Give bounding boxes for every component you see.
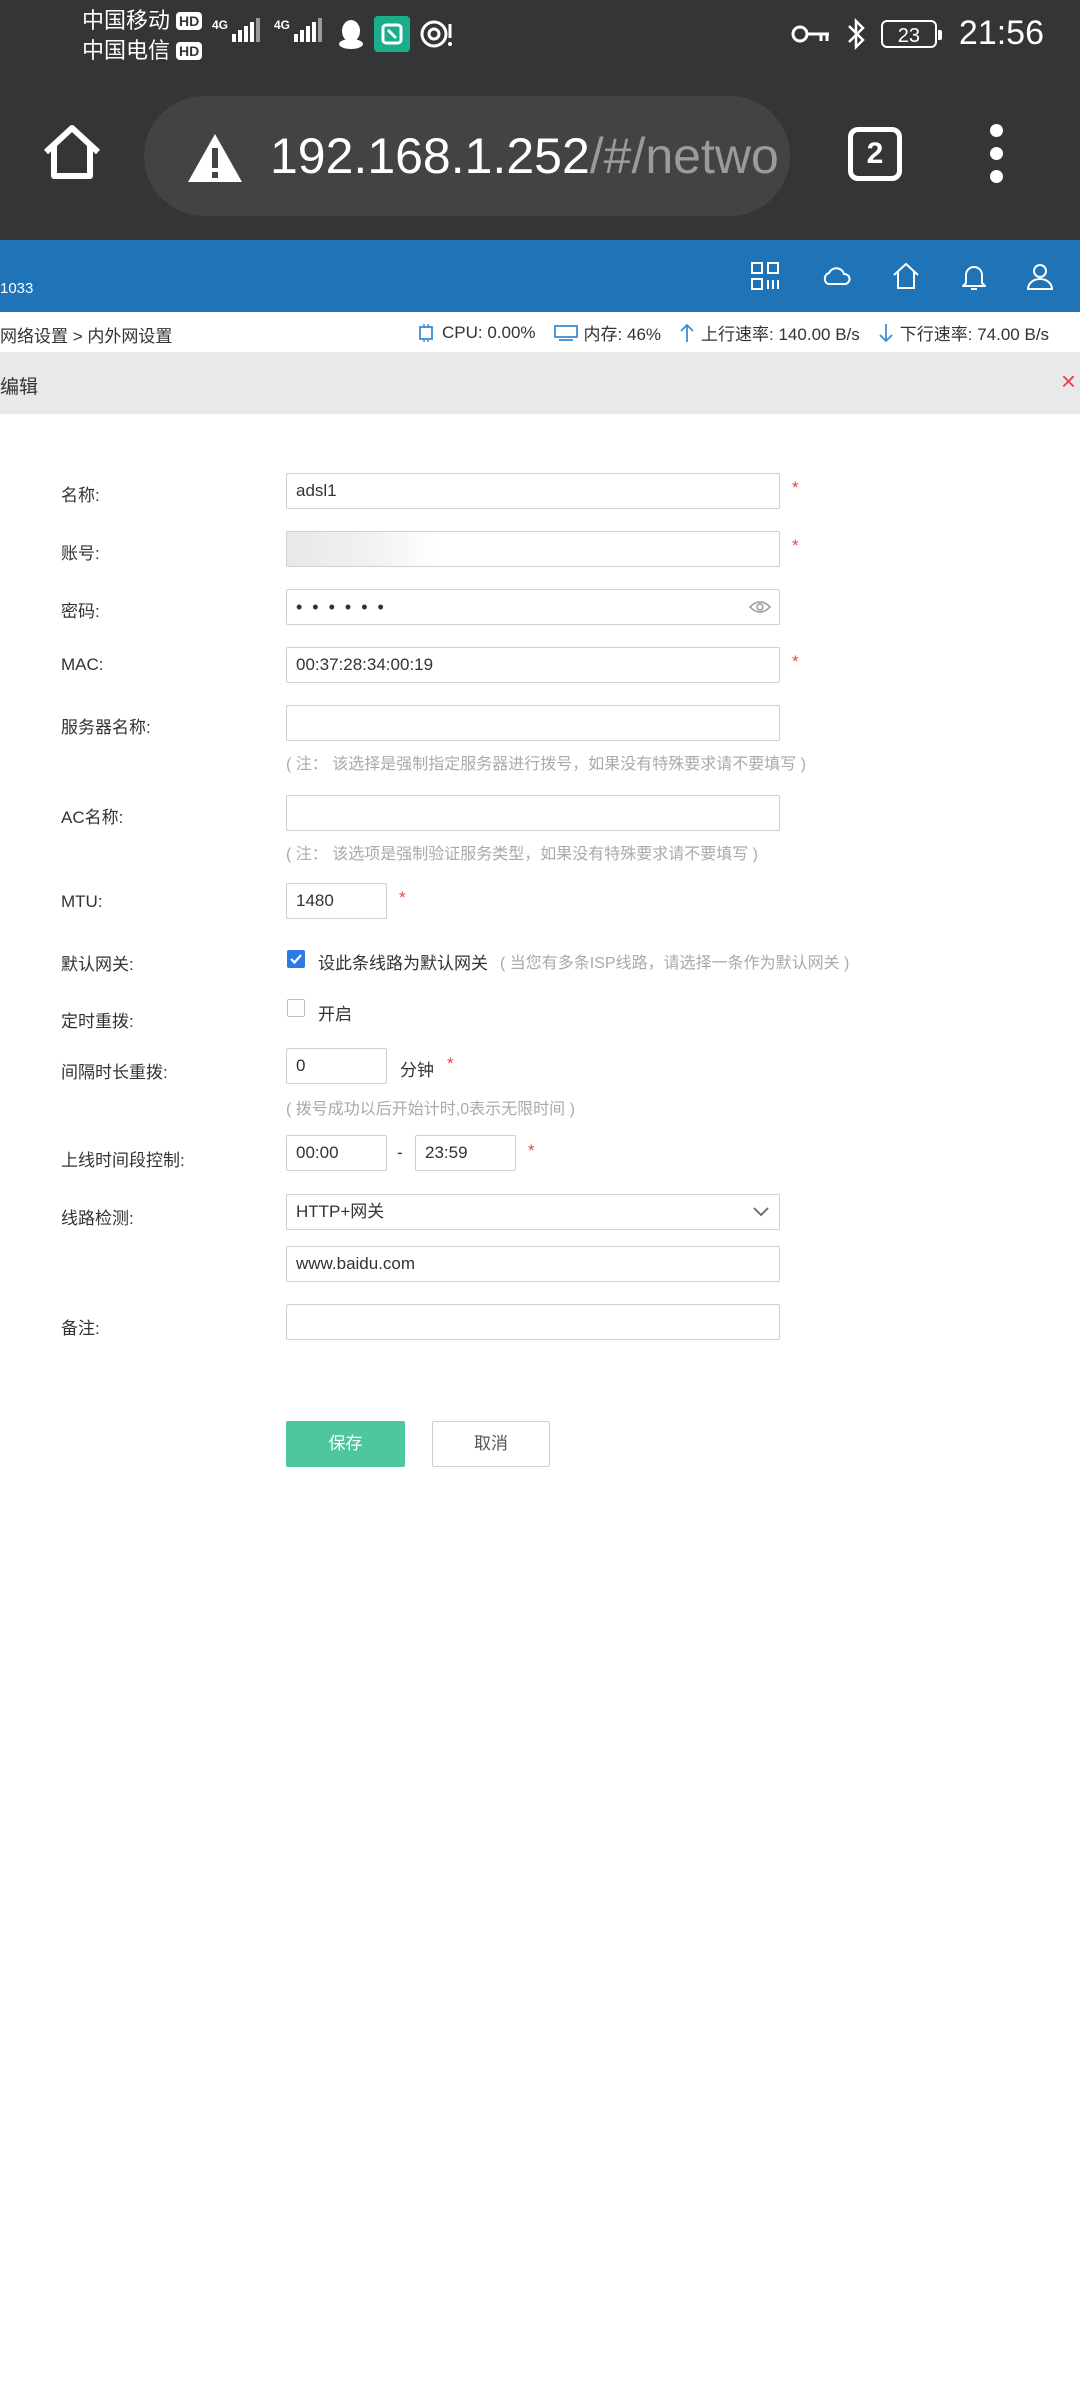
required-marker: * — [528, 1141, 535, 1160]
required-marker: * — [792, 478, 799, 497]
default-gateway-hint: ( 当您有多条ISP线路，请选择一条作为默认网关 ) — [500, 955, 850, 972]
name-label: 名称: — [61, 486, 100, 505]
bell-icon[interactable] — [958, 260, 990, 292]
password-value: •••••• — [296, 597, 394, 617]
interval-redial-hint: ( 拨号成功以后开始计时,0表示无限时间 ) — [286, 1101, 575, 1118]
close-icon[interactable]: × — [1061, 366, 1076, 397]
required-marker: * — [792, 652, 799, 671]
line-detect-label: 线路检测: — [61, 1209, 134, 1228]
line-detect-select[interactable]: HTTP+网关 — [286, 1194, 780, 1230]
name-input[interactable]: adsl1 — [286, 473, 780, 509]
remark-label: 备注: — [61, 1319, 100, 1338]
browser-home-icon[interactable] — [40, 120, 104, 184]
cpu-icon — [419, 323, 433, 342]
line-detect-selected: HTTP+网关 — [296, 1202, 385, 1221]
breadcrumb: 网络设置 > 内外网设置 — [0, 327, 173, 346]
clock-time: 21:56 — [958, 14, 1044, 52]
upload-rate: 上行速率: 140.00 B/s — [701, 325, 860, 344]
key-icon — [791, 25, 829, 42]
checkmark-icon — [290, 954, 302, 965]
account-input[interactable] — [286, 531, 780, 567]
panel-title: 编辑 — [0, 377, 39, 398]
hd-badge: HD — [176, 42, 203, 60]
online-time-start-input[interactable]: 00:00 — [286, 1135, 387, 1171]
browser-menu-icon[interactable] — [976, 124, 1016, 194]
mi-home-icon — [374, 16, 410, 52]
remark-input[interactable] — [286, 1304, 780, 1340]
url-host: 192.168.1.252 — [270, 128, 590, 184]
mtu-label: MTU: — [61, 892, 103, 911]
password-input[interactable]: •••••• — [286, 589, 780, 625]
default-gateway-label: 默认网关: — [61, 955, 134, 974]
status-right-group: 23 21:56 — [791, 14, 1044, 53]
mac-label: MAC: — [61, 655, 104, 674]
interval-unit: 分钟 — [400, 1061, 434, 1080]
cloud-icon[interactable] — [820, 260, 852, 292]
signal-strength-icon: 4G — [212, 18, 261, 42]
address-bar[interactable]: 192.168.1.252/#/netwo — [144, 96, 790, 216]
download-arrow-icon — [879, 323, 893, 342]
bluetooth-icon — [848, 17, 865, 50]
edit-panel-header: 编辑 × — [0, 352, 1080, 414]
wifi-hotspot-icon — [420, 20, 452, 48]
password-label: 密码: — [61, 602, 100, 621]
system-info-bar: 网络设置 > 内外网设置 CPU: 0.00% 内存: 46% 上行速率: 14… — [0, 312, 1080, 352]
memory-usage: 内存: 46% — [583, 325, 662, 344]
ac-name-label: AC名称: — [61, 808, 124, 827]
cpu-usage: CPU: 0.00% — [442, 322, 536, 342]
signal-strength-icon: 4G — [274, 18, 323, 42]
timed-redial-checkbox[interactable] — [287, 999, 305, 1017]
system-stats: CPU: 0.00% 内存: 46% 上行速率: 140.00 B/s 下行速率… — [416, 320, 1067, 345]
home-icon[interactable] — [890, 260, 922, 292]
url-path: /#/netwo — [589, 128, 779, 184]
warning-icon[interactable] — [186, 132, 244, 184]
redacted-value — [287, 532, 437, 566]
carrier-2-label: 中国电信 — [82, 38, 171, 63]
interval-redial-input[interactable]: 0 — [286, 1048, 387, 1084]
qq-icon — [339, 20, 363, 49]
online-time-end-input[interactable]: 23:59 — [415, 1135, 516, 1171]
hd-badge: HD — [176, 12, 203, 30]
carrier-1-label: 中国移动 — [82, 8, 171, 33]
server-name-label: 服务器名称: — [61, 718, 151, 737]
battery-icon: 23 — [880, 19, 942, 48]
chevron-down-icon — [753, 1207, 769, 1217]
time-range-separator: - — [397, 1143, 403, 1162]
default-gateway-option-label[interactable]: 设此条线路为默认网关 — [318, 949, 488, 974]
user-icon[interactable] — [1024, 260, 1056, 292]
mac-input[interactable]: 00:37:28:34:00:19 — [286, 647, 780, 683]
required-marker: * — [792, 536, 799, 555]
ac-name-input[interactable] — [286, 795, 780, 831]
online-time-label: 上线时间段控制: — [61, 1151, 185, 1170]
save-button[interactable]: 保存 — [286, 1421, 405, 1467]
url-text[interactable]: 192.168.1.252/#/netwo — [270, 124, 779, 188]
interval-redial-label: 间隔时长重拨: — [61, 1063, 168, 1082]
timed-redial-label: 定时重拨: — [61, 1012, 134, 1031]
timed-redial-option-label[interactable]: 开启 — [318, 1000, 352, 1025]
phone-status-bar: 中国移动 HD 中国电信 HD 4G 4G 23 21:56 — [0, 0, 1080, 80]
server-name-input[interactable] — [286, 705, 780, 741]
download-rate: 下行速率: 74.00 B/s — [899, 325, 1050, 344]
app-header: 1033 — [0, 240, 1080, 312]
device-model: 1033 — [0, 280, 34, 297]
browser-toolbar: 192.168.1.252/#/netwo 2 — [0, 80, 1080, 240]
memory-icon — [553, 324, 578, 341]
required-marker: * — [399, 888, 406, 907]
upload-arrow-icon — [680, 323, 694, 342]
cancel-button[interactable]: 取消 — [432, 1421, 550, 1467]
grid-icon[interactable] — [749, 260, 781, 292]
eye-icon[interactable] — [749, 599, 771, 615]
tab-switcher-button[interactable]: 2 — [848, 127, 902, 181]
mtu-input[interactable]: 1480 — [286, 883, 387, 919]
default-gateway-checkbox[interactable] — [287, 950, 305, 968]
account-label: 账号: — [61, 544, 100, 563]
ac-name-hint: ( 注： 该选项是强制验证服务类型，如果没有特殊要求请不要填写 ) — [286, 846, 758, 863]
carrier-info: 中国移动 HD 中国电信 HD — [82, 6, 203, 66]
line-detect-target-input[interactable]: www.baidu.com — [286, 1246, 780, 1282]
server-name-hint: ( 注： 该选择是强制指定服务器进行拨号，如果没有特殊要求请不要填写 ) — [286, 756, 806, 773]
required-marker: * — [447, 1054, 454, 1073]
